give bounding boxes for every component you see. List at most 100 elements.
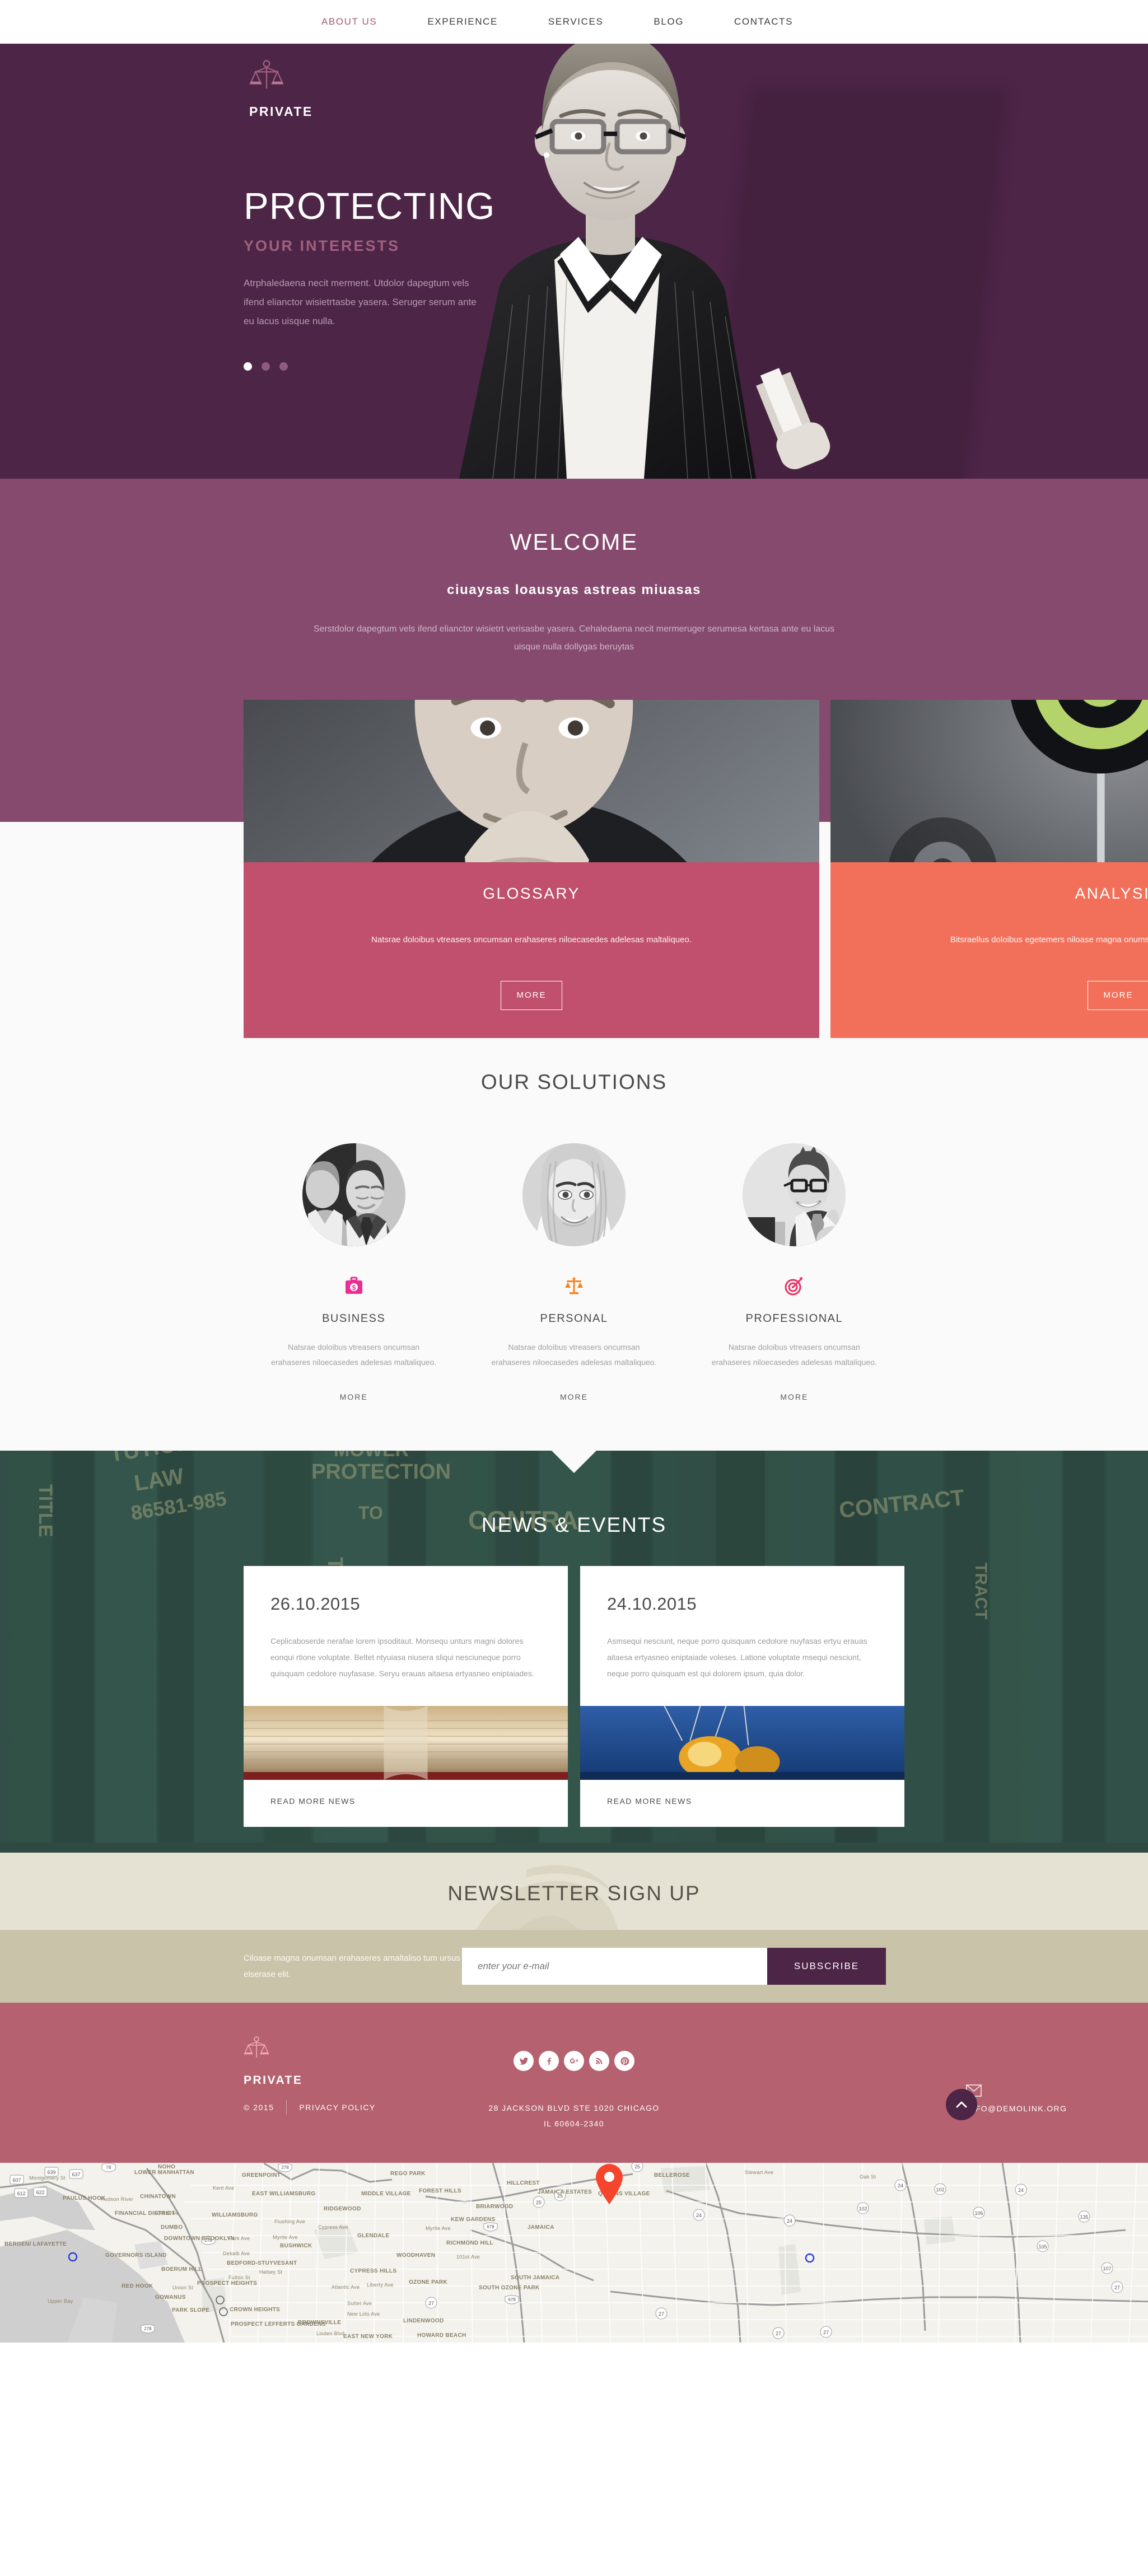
read-more-news-link[interactable]: READ MORE NEWS: [607, 1797, 692, 1806]
analysis-more-button[interactable]: MORE: [1088, 980, 1148, 1010]
map-label: RIDGEWOOD: [324, 2206, 361, 2213]
hero-description: Atrphaledaena necit merment. Utdolor dap…: [244, 278, 477, 326]
map-label: FDR Drive: [154, 2210, 179, 2217]
subscribe-button[interactable]: SUBSCRIBE: [767, 1948, 886, 1985]
svg-text:612: 612: [17, 2191, 25, 2196]
svg-text:24: 24: [1018, 2187, 1024, 2193]
brand-name: PRIVATE: [249, 104, 313, 119]
svg-text:$: $: [352, 1284, 356, 1292]
back-to-top-button[interactable]: [946, 2089, 977, 2121]
svg-text:25: 25: [634, 2164, 640, 2170]
map-label: Flushing Ave: [274, 2219, 305, 2225]
glossary-card-text: Natsrae doloibus vtreasers oncumsan erah…: [371, 935, 692, 945]
footer-email-block: INFO@DEMOLINK.ORG: [966, 2084, 1067, 2114]
twitter-icon[interactable]: [514, 2051, 534, 2072]
newsletter-title: NEWSLETTER SIGN UP: [447, 1882, 701, 1905]
hero-subtitle: YOUR INTERESTS: [244, 237, 400, 254]
analysis-card-image: [830, 700, 1148, 862]
map-label: PROSPECT HEIGHTS: [197, 2280, 258, 2287]
hero-logo[interactable]: PRIVATE: [249, 60, 904, 119]
map-label: Hudson River: [101, 2196, 134, 2203]
map-label: LOWER MANHATTAN: [134, 2170, 194, 2176]
email-link[interactable]: INFO@DEMOLINK.ORG: [966, 2104, 1067, 2113]
map-label: Fulton St: [228, 2275, 250, 2281]
professional-title: PROFESSIONAL: [745, 1312, 843, 1325]
solutions-section: OUR SOLUTIONS $ BUSINESS Natsrae doloibu…: [0, 1037, 1148, 1451]
solution-personal: PERSONAL Natsrae doloibus vtreasers oncu…: [464, 1143, 684, 1403]
footer-brand-name: PRIVATE: [244, 2074, 303, 2087]
personal-text: Natsrae doloibus vtreasers oncumsan erah…: [491, 1342, 657, 1367]
map-label: Dekalb Ave: [223, 2251, 250, 2257]
map-label: OZONE PARK: [409, 2279, 447, 2286]
newsletter-copy: Ciloase magna onumsan erahaseres amaltal…: [244, 1953, 460, 1980]
map-label: PAULUS HOOK: [63, 2195, 106, 2202]
map-label: KEW GARDENS: [451, 2217, 496, 2223]
svg-text:27: 27: [659, 2311, 664, 2317]
svg-text:278: 278: [144, 2326, 152, 2331]
envelope-icon: [966, 2084, 1067, 2100]
svg-text:105: 105: [1038, 2244, 1047, 2250]
map-label: WILLIAMSBURG: [212, 2212, 258, 2219]
map-label: EAST NEW YORK: [343, 2334, 393, 2340]
site-footer: PRIVATE © 2015 PRIVACY POLICY 28 JACKSON…: [0, 2003, 1148, 2163]
map-label: Liberty Ave: [367, 2282, 394, 2288]
nav-item-blog[interactable]: BLOG: [628, 16, 709, 27]
glossary-more-button[interactable]: MORE: [501, 980, 562, 1010]
map-label: SOUTH JAMAICA: [511, 2275, 560, 2282]
google-plus-icon[interactable]: [564, 2051, 584, 2072]
news-title: NEWS & EVENTS: [481, 1513, 667, 1537]
news-card[interactable]: 26.10.2015 Ceplicaboserde nerafae lorem …: [244, 1566, 568, 1827]
newsletter-form: Ciloase magna onumsan erahaseres amaltal…: [244, 1948, 904, 1985]
facebook-icon[interactable]: [539, 2051, 559, 2072]
footer-address: 28 JACKSON BLVD STE 1020 CHICAGO IL 6060…: [488, 2100, 659, 2131]
svg-text:637: 637: [72, 2172, 80, 2177]
nav-item-contacts[interactable]: CONTACTS: [709, 16, 818, 27]
read-more-news-link[interactable]: READ MORE NEWS: [270, 1797, 356, 1806]
svg-text:102: 102: [936, 2187, 944, 2192]
map-label: Upper Bay: [48, 2298, 73, 2304]
personal-more-link[interactable]: MORE: [560, 1392, 588, 1401]
pinterest-icon[interactable]: [614, 2051, 634, 2072]
map-label: RED HOOK: [122, 2283, 153, 2290]
welcome-title: WELCOME: [510, 529, 638, 555]
map-label: HOWARD BEACH: [417, 2332, 466, 2339]
map-label: SOUTH OZONE PARK: [479, 2285, 540, 2292]
map-label: BEDFORD-STUYVESANT: [227, 2260, 297, 2267]
svg-text:24: 24: [696, 2213, 702, 2218]
map-label: BERGEN/ LAFAYETTE: [4, 2241, 67, 2248]
privacy-policy-link[interactable]: PRIVACY POLICY: [299, 2103, 375, 2112]
map-label: Cypress Ave: [318, 2224, 348, 2231]
feature-card-analysis[interactable]: ANALYSIS Bitsraellus doloibus egetemers …: [830, 700, 1148, 1038]
svg-text:278: 278: [281, 2165, 289, 2170]
rss-icon[interactable]: [589, 2051, 609, 2072]
welcome-section: WELCOME ciuaysas loausyas astreas miuasa…: [0, 479, 1148, 1038]
location-map[interactable]: 607 612 622 639 637 78 278 278 278 678 6…: [0, 2163, 1148, 2343]
nav-item-experience[interactable]: EXPERIENCE: [402, 16, 523, 27]
map-label: NOHO: [158, 2164, 176, 2171]
map-label: JAMAICA: [528, 2224, 554, 2231]
slider-dot-3[interactable]: [279, 362, 288, 371]
newsletter-form-bar: Ciloase magna onumsan erahaseres amaltal…: [0, 1930, 1148, 2003]
slider-dot-1[interactable]: [244, 362, 252, 371]
nav-item-services[interactable]: SERVICES: [523, 16, 628, 27]
map-marker[interactable]: [594, 2163, 625, 2205]
map-label: LINDENWOOD: [403, 2318, 444, 2325]
feature-card-glossary[interactable]: GLOSSARY Natsrae doloibus vtreasers oncu…: [244, 700, 819, 1038]
professional-more-link[interactable]: MORE: [780, 1392, 808, 1401]
slider-dot-2[interactable]: [262, 362, 270, 371]
map-label: EAST WILLIAMSBURG: [252, 2191, 316, 2198]
email-input[interactable]: [462, 1948, 767, 1985]
svg-text:27: 27: [1114, 2285, 1120, 2290]
map-label: Stewart Ave: [745, 2170, 774, 2176]
svg-text:678: 678: [508, 2297, 516, 2302]
nav-item-about-us[interactable]: ABOUT US: [296, 16, 402, 27]
slider-pagination: [244, 362, 904, 371]
svg-text:678: 678: [487, 2224, 494, 2229]
svg-text:639: 639: [47, 2170, 55, 2175]
news-card[interactable]: 24.10.2015 Asmsequi nesciunt, neque porr…: [580, 1566, 904, 1827]
footer-logo[interactable]: PRIVATE: [244, 2036, 302, 2087]
news-thumbnail: [580, 1706, 904, 1780]
business-more-link[interactable]: MORE: [340, 1392, 368, 1401]
svg-text:622: 622: [36, 2190, 44, 2195]
svg-text:135: 135: [1080, 2214, 1088, 2220]
